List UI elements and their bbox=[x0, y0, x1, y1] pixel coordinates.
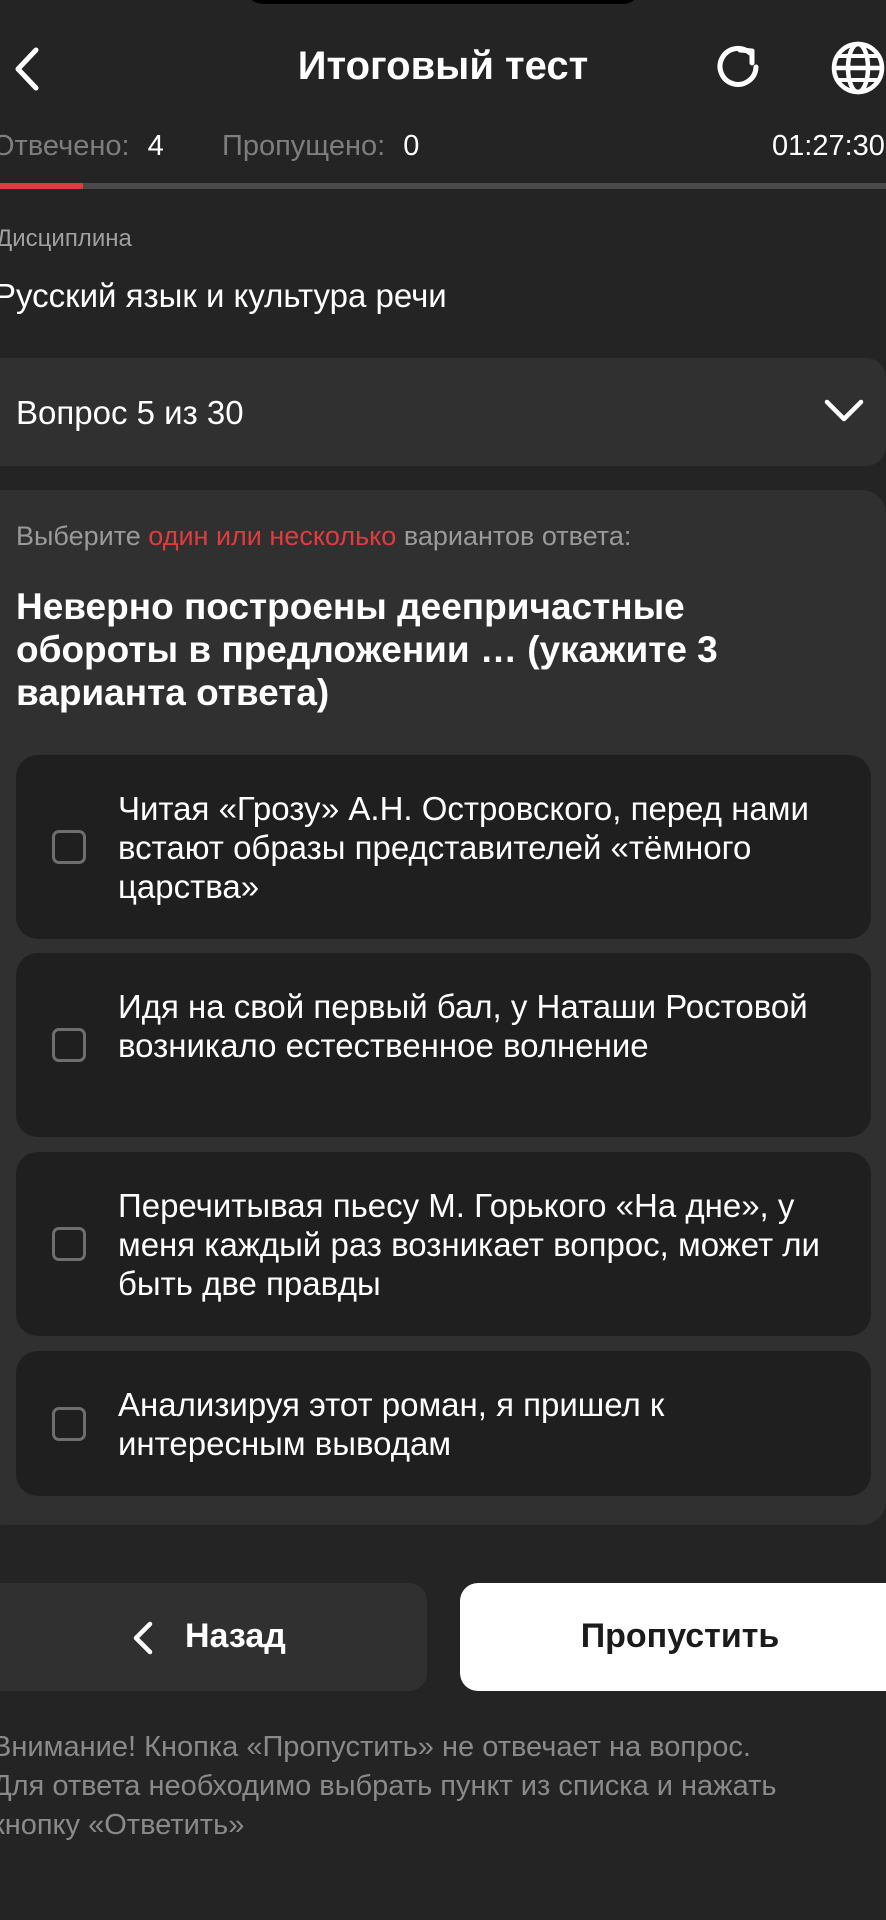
skip-warning-notice: Внимание! Кнопка «Пропустить» не отвечае… bbox=[0, 1728, 886, 1845]
answered-count: 4 bbox=[147, 130, 164, 162]
timer: 01:27:30 bbox=[772, 130, 885, 162]
chevron-left-icon bbox=[130, 1620, 156, 1656]
option-label: Анализируя этот роман, я пришел к интере… bbox=[118, 1386, 665, 1462]
progress-bar bbox=[0, 183, 886, 189]
answered-label: Отвечено: bbox=[0, 130, 130, 162]
option-checkbox[interactable] bbox=[52, 1028, 86, 1062]
skipped-label: Пропущено: bbox=[222, 130, 386, 162]
notice-line-3: кнопку «Ответить» bbox=[0, 1809, 245, 1841]
answer-option-3[interactable]: Перечитывая пьесу М. Горького «На дне», … bbox=[16, 1152, 871, 1336]
discipline-value: Русский язык и культура речи bbox=[0, 277, 447, 314]
answer-option-4[interactable]: Анализируя этот роман, я пришел к интере… bbox=[16, 1351, 871, 1496]
question-text: Неверно построены деепричастные обороты … bbox=[16, 586, 718, 713]
option-label: Идя на свой первый бал, у Наташи Ростово… bbox=[118, 988, 808, 1064]
answer-option-1[interactable]: Читая «Грозу» А.Н. Островского, перед на… bbox=[16, 755, 871, 939]
globe-icon[interactable] bbox=[828, 40, 886, 96]
notice-line-2: Для ответа необходимо выбрать пункт из с… bbox=[0, 1770, 777, 1802]
back-button-label: Назад bbox=[185, 1617, 286, 1655]
notice-line-1: Внимание! Кнопка «Пропустить» не отвечае… bbox=[0, 1731, 751, 1763]
instruction-suffix: вариантов ответа: bbox=[403, 521, 632, 551]
option-checkbox[interactable] bbox=[52, 1407, 86, 1441]
answered-counter: Отвечено: 4 bbox=[0, 128, 164, 164]
answer-option-2[interactable]: Идя на свой первый бал, у Наташи Ростово… bbox=[16, 953, 871, 1137]
option-label: Читая «Грозу» А.Н. Островского, перед на… bbox=[118, 790, 809, 905]
instruction-prefix: Выберите bbox=[16, 521, 141, 551]
instruction-highlight: один или несколько bbox=[148, 521, 397, 551]
option-checkbox[interactable] bbox=[52, 830, 86, 864]
chevron-down-icon[interactable] bbox=[823, 396, 865, 426]
skip-button-label: Пропустить bbox=[580, 1617, 780, 1655]
progress-bar-fill bbox=[0, 183, 83, 189]
skipped-counter: Пропущено: 0 bbox=[222, 128, 419, 164]
discipline-label: Дисциплина bbox=[0, 225, 132, 252]
question-selector-label: Вопрос 5 из 30 bbox=[16, 394, 244, 431]
option-checkbox[interactable] bbox=[52, 1227, 86, 1261]
camera-notch bbox=[245, 0, 641, 4]
option-label: Перечитывая пьесу М. Горького «На дне», … bbox=[118, 1187, 820, 1302]
question-instruction: Выберите один или несколько вариантов от… bbox=[16, 516, 631, 556]
refresh-icon[interactable] bbox=[712, 40, 766, 94]
skipped-count: 0 bbox=[403, 130, 420, 162]
